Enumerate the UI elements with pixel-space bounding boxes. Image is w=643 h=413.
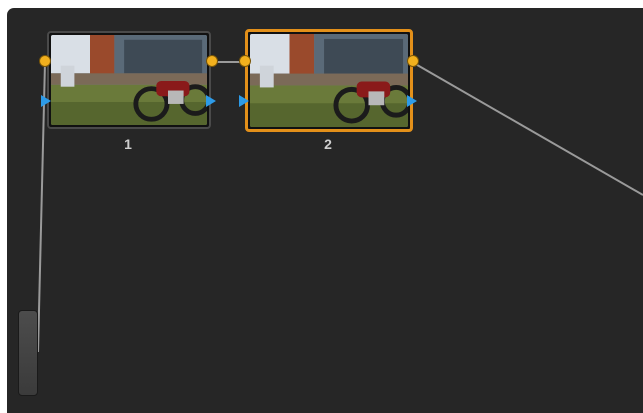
vertical-scroll-handle[interactable] [18, 310, 38, 396]
node-1-label: 1 [124, 136, 132, 152]
node-2-rgb-input-port[interactable] [239, 55, 251, 67]
node-2-rgb-output-port[interactable] [407, 55, 419, 67]
node-2-key-input-port[interactable] [239, 95, 249, 107]
node-2-thumbnail [250, 34, 408, 127]
node-1-rgb-input-port[interactable] [39, 55, 51, 67]
node-editor: 1 2 [0, 0, 643, 413]
node-1-key-output-port[interactable] [206, 95, 216, 107]
node-1[interactable] [47, 31, 211, 129]
node-2-key-output-port[interactable] [407, 95, 417, 107]
node-1-thumbnail [51, 35, 207, 125]
node-1-key-input-port[interactable] [41, 95, 51, 107]
node-2-label: 2 [324, 136, 332, 152]
node-2[interactable] [245, 29, 413, 132]
node-1-rgb-output-port[interactable] [206, 55, 218, 67]
